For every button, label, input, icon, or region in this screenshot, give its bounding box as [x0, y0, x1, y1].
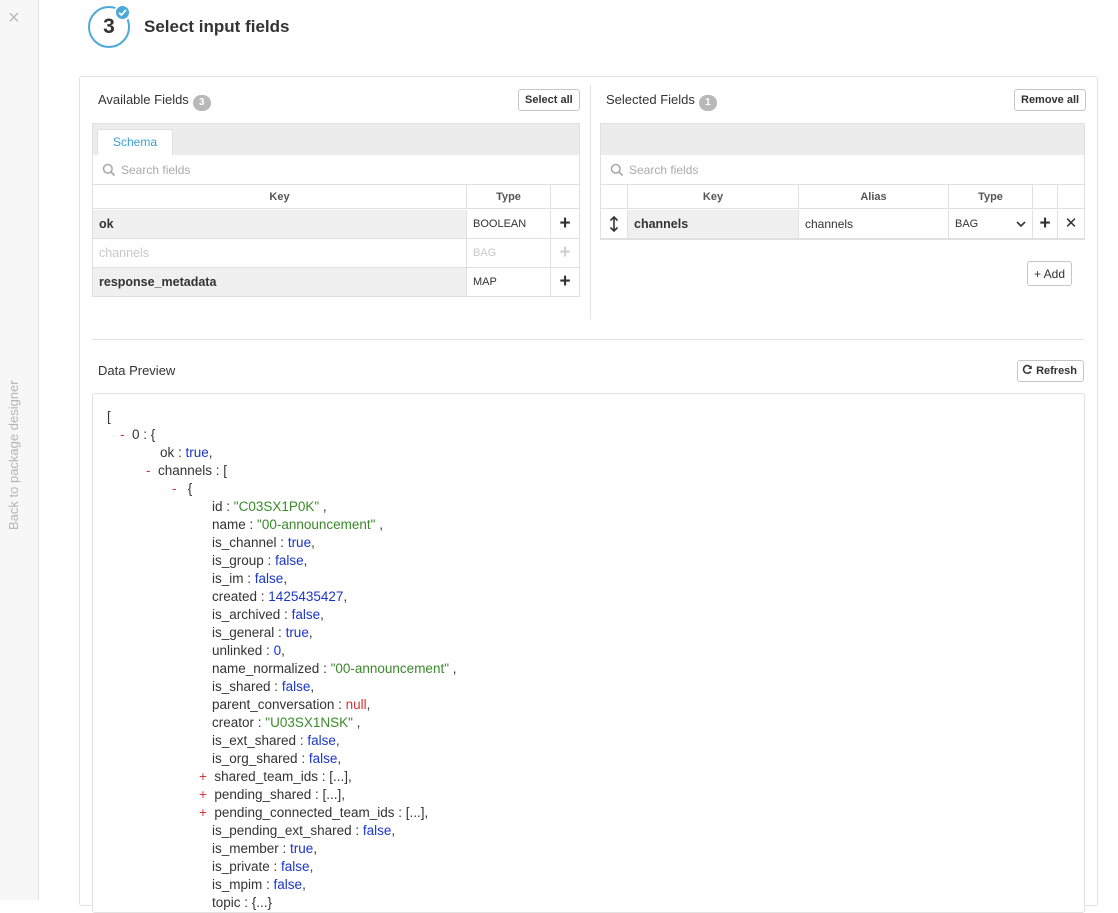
json-line: [: [107, 409, 111, 424]
json-line: + pending_shared : [...],: [199, 787, 345, 802]
alias-input[interactable]: channels: [799, 210, 949, 238]
json-line: name_normalized : "00-announcement" ,: [212, 661, 457, 676]
refresh-label: Refresh: [1036, 365, 1078, 377]
add-field-plus-icon: +: [559, 242, 571, 263]
selected-search: [601, 155, 1084, 185]
json-line: topic : {...}: [212, 895, 273, 910]
json-line: is_im : false,: [212, 571, 288, 586]
refresh-button[interactable]: Refresh: [1017, 360, 1085, 382]
json-line: - channels : [: [146, 463, 228, 478]
section-divider: [92, 339, 1085, 340]
check-icon: [114, 4, 131, 21]
selected-search-input[interactable]: [629, 161, 1029, 179]
search-icon: [610, 163, 624, 177]
expand-toggle[interactable]: +: [199, 769, 207, 784]
json-line: is_shared : false,: [212, 679, 315, 694]
json-line: parent_conversation : null,: [212, 697, 371, 712]
data-preview-title: Data Preview: [98, 363, 176, 378]
available-fields-title: Available Fields 3: [98, 92, 211, 111]
json-line: is_org_shared : false,: [212, 751, 342, 766]
expand-toggle[interactable]: +: [199, 805, 207, 820]
chevron-down-icon: [1016, 221, 1026, 228]
remove-all-button[interactable]: Remove all: [1014, 89, 1087, 111]
expand-toggle[interactable]: +: [199, 787, 207, 802]
table-row: ok BOOLEAN +: [93, 210, 579, 239]
json-line: is_private : false,: [212, 859, 314, 874]
json-line: id : "C03SX1P0K" ,: [212, 499, 327, 514]
table-row: channels channels BAG + ✕: [601, 210, 1084, 239]
col-key[interactable]: Key: [628, 185, 799, 209]
available-search: [93, 155, 579, 185]
available-count-badge: 3: [192, 95, 211, 111]
table-row: response_metadata MAP +: [93, 268, 579, 297]
col-actions: [551, 185, 579, 209]
json-line: - {: [172, 481, 193, 496]
refresh-icon: [1022, 364, 1032, 374]
field-key: response_metadata: [93, 268, 467, 296]
json-line: is_ext_shared : false,: [212, 733, 340, 748]
table-row: channels BAG +: [93, 239, 579, 268]
tab-schema[interactable]: Schema: [97, 129, 173, 155]
close-icon[interactable]: ×: [8, 8, 20, 28]
add-field-plus-icon[interactable]: +: [551, 268, 579, 296]
json-line: - 0 : {: [120, 427, 156, 442]
available-fields-grid: Schema Key Type ok BOOLEAN + channels BA…: [92, 123, 580, 297]
select-all-button[interactable]: Select all: [518, 89, 580, 111]
json-line: is_general : true,: [212, 625, 313, 640]
data-preview-pane: [ - 0 : { ok : true, - channels : [ - { …: [92, 393, 1085, 913]
fields-card: Available Fields3 Select all Schema Key …: [79, 76, 1098, 913]
json-line: name : "00-announcement" ,: [212, 517, 383, 532]
json-line: + pending_connected_team_ids : [...],: [199, 805, 429, 820]
col-add: [1033, 185, 1058, 209]
panel-divider: [590, 85, 591, 319]
json-line: creator : "U03SX1NSK" ,: [212, 715, 361, 730]
json-line: is_mpim : false,: [212, 877, 306, 892]
json-line: unlinked : 0,: [212, 643, 285, 658]
field-type: BOOLEAN: [467, 210, 551, 238]
col-drag: [601, 185, 628, 209]
col-alias[interactable]: Alias: [799, 185, 949, 209]
selected-count-badge: 1: [698, 95, 717, 111]
available-search-input[interactable]: [121, 161, 521, 179]
col-type[interactable]: Type: [467, 185, 551, 209]
field-key: channels: [93, 239, 467, 267]
field-key: ok: [93, 210, 467, 238]
col-remove: [1058, 185, 1084, 209]
collapse-toggle[interactable]: -: [146, 463, 151, 478]
step-title: Select input fields: [144, 17, 290, 36]
add-plus-icon[interactable]: +: [1033, 210, 1058, 238]
search-icon: [102, 163, 116, 177]
selected-fields-title: Selected Fields 1: [606, 92, 717, 111]
type-select[interactable]: BAG: [949, 210, 1033, 238]
left-sidebar: × Back to package designer: [0, 0, 39, 900]
remove-x-icon[interactable]: ✕: [1058, 210, 1084, 238]
json-line: + shared_team_ids : [...],: [199, 769, 352, 784]
type-select-value: BAG: [955, 218, 979, 230]
available-fields-label: Available Fields: [98, 92, 189, 107]
json-line: is_channel : true,: [212, 535, 315, 550]
drag-handle-icon[interactable]: [601, 210, 628, 238]
json-line: is_group : false,: [212, 553, 308, 568]
col-key[interactable]: Key: [93, 185, 467, 209]
collapse-toggle[interactable]: -: [172, 481, 177, 496]
schema-tabstrip: Schema: [93, 124, 579, 155]
back-to-package-designer-link[interactable]: Back to package designer: [6, 380, 21, 530]
json-line: is_archived : false,: [212, 607, 324, 622]
field-type: MAP: [467, 268, 551, 296]
json-line: created : 1425435427,: [212, 589, 348, 604]
json-line: is_pending_ext_shared : false,: [212, 823, 396, 838]
add-field-plus-icon[interactable]: +: [551, 210, 579, 238]
field-type: BAG: [467, 239, 551, 267]
col-type[interactable]: Type: [949, 185, 1033, 209]
selected-fields-label: Selected Fields: [606, 92, 695, 107]
collapse-toggle[interactable]: -: [120, 427, 125, 442]
selected-header-strip: [601, 124, 1084, 155]
json-line: ok : true,: [160, 445, 213, 460]
selected-field-key: channels: [628, 210, 799, 238]
add-field-button[interactable]: + Add: [1027, 261, 1073, 286]
selected-fields-grid: Key Alias Type channels channels BAG + ✕: [600, 123, 1085, 240]
json-line: is_member : true,: [212, 841, 318, 856]
